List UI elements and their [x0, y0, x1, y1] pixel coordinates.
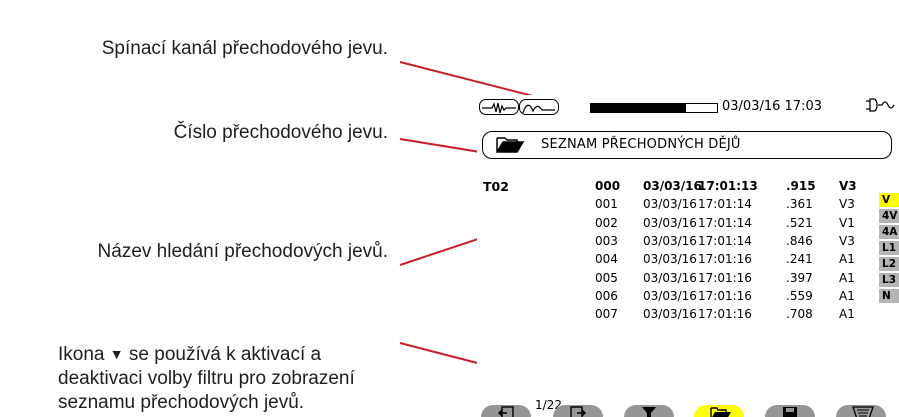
transient-number: 004: [595, 252, 618, 267]
transient-number: 003: [595, 233, 618, 248]
transient-duration: .241: [786, 252, 813, 267]
transient-date: 03/03/16: [643, 307, 697, 322]
tab-n[interactable]: N: [879, 289, 899, 303]
transient-duration: .846: [786, 233, 813, 248]
transient-duration: .361: [786, 197, 813, 212]
transient-date: 03/03/16: [643, 233, 697, 248]
transient-date: 03/03/16: [643, 288, 697, 303]
transient-date: 03/03/16: [643, 215, 697, 230]
transient-time: 17:01:16: [698, 252, 752, 267]
transient-channel: A1: [839, 270, 855, 285]
transient-channel: V1: [839, 215, 855, 230]
transient-channel: V3: [839, 179, 857, 193]
transient-time: 17:01:13: [698, 179, 758, 193]
status-datetime: 03/03/16 17:03: [722, 99, 822, 114]
memory-progress-bar: [590, 103, 718, 113]
tab-v[interactable]: V: [879, 193, 899, 207]
fkey-save[interactable]: [765, 405, 815, 417]
function-bar: [477, 405, 899, 417]
transient-time: 17:01:14: [698, 233, 752, 248]
status-bar: 03/03/16 17:03: [477, 95, 899, 118]
title-box: SEZNAM PŘECHODNÝCH DĚJŮ: [482, 131, 892, 159]
search-name: T02: [483, 179, 509, 194]
plug-icon: [864, 96, 896, 118]
transient-number: 006: [595, 288, 618, 303]
transient-date: 03/03/16: [643, 197, 697, 212]
fkey-page-forward[interactable]: [553, 405, 603, 417]
transient-time: 17:01:16: [698, 288, 752, 303]
transient-number: 002: [595, 215, 618, 230]
waveform-icon: [479, 99, 519, 115]
transient-channel: A1: [839, 252, 855, 267]
device-screen: 03/03/16 17:03 SEZNAM PŘECHODNÝCH DĚJŮ T…: [477, 95, 899, 417]
transient-number: 001: [595, 197, 618, 212]
transient-channel: A1: [839, 307, 855, 322]
tab-l3[interactable]: L3: [879, 273, 899, 287]
transient-time: 17:01:16: [698, 270, 752, 285]
memory-progress-fill: [591, 104, 686, 112]
fkey-open-folder[interactable]: [694, 405, 744, 417]
transient-mode-icon: [519, 99, 559, 115]
fkey-filter[interactable]: [624, 405, 674, 417]
open-folder-icon: [495, 134, 525, 154]
tab-4a[interactable]: 4A: [879, 225, 899, 239]
side-tabs: V 4V 4A L1 L2 L3 N: [879, 193, 899, 305]
tab-l1[interactable]: L1: [879, 241, 899, 255]
transient-duration: .559: [786, 288, 813, 303]
transient-number: 000: [595, 179, 621, 193]
transient-channel: V3: [839, 233, 855, 248]
fkey-page-back[interactable]: [481, 405, 531, 417]
transient-channel: A1: [839, 288, 855, 303]
transient-date: 03/03/16: [643, 179, 702, 193]
tab-l2[interactable]: L2: [879, 257, 899, 271]
transient-channel: V3: [839, 197, 855, 212]
transient-number: 005: [595, 270, 618, 285]
transient-date: 03/03/16: [643, 252, 697, 267]
transient-number: 007: [595, 307, 618, 322]
transient-time: 17:01:14: [698, 197, 752, 212]
transient-time: 17:01:16: [698, 307, 752, 322]
transient-duration: .397: [786, 270, 813, 285]
transient-date: 03/03/16: [643, 270, 697, 285]
screen-title: SEZNAM PŘECHODNÝCH DĚJŮ: [541, 137, 741, 152]
tab-4v[interactable]: 4V: [879, 209, 899, 223]
transient-duration: .521: [786, 215, 813, 230]
transient-duration: .708: [786, 307, 813, 322]
transient-duration: .915: [786, 179, 816, 193]
transient-time: 17:01:14: [698, 215, 752, 230]
fkey-trash[interactable]: [836, 405, 886, 417]
